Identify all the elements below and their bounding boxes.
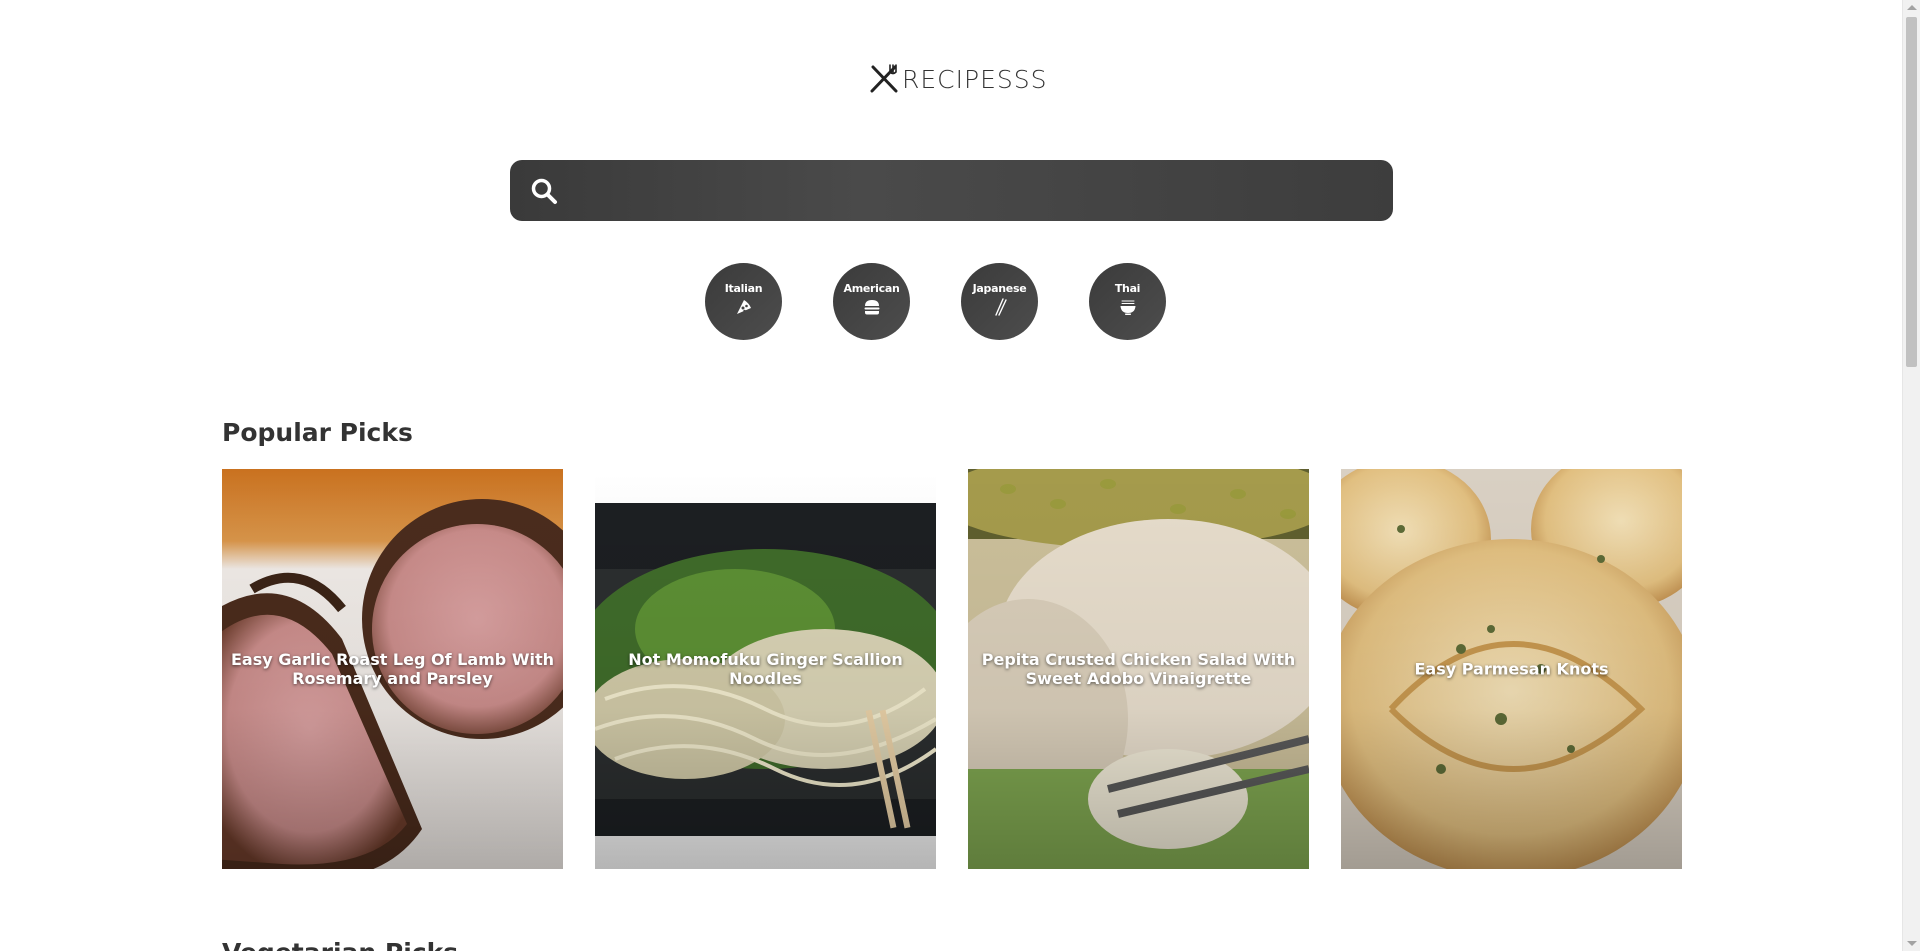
- recipe-card-parmesan-knots[interactable]: Easy Parmesan Knots: [1341, 469, 1682, 869]
- burger-icon: [864, 300, 879, 315]
- cuisine-label: Thai: [1114, 282, 1141, 295]
- recipe-card-noodles[interactable]: Not Momofuku Ginger Scallion Noodles: [595, 469, 936, 869]
- search-bar: [510, 160, 1393, 223]
- cuisine-label: Japanese: [972, 282, 1027, 295]
- logo-text: RECIPESSS: [902, 64, 1048, 94]
- page: RECIPESSS Italian American Japanese Thai…: [0, 0, 1920, 951]
- popular-picks-list: Easy Garlic Roast Leg Of Lamb With Rosem…: [222, 469, 1682, 869]
- noodle-bowl-icon: [1120, 300, 1135, 315]
- recipe-card-lamb[interactable]: Easy Garlic Roast Leg Of Lamb With Rosem…: [222, 469, 563, 869]
- vegetarian-picks-heading: Vegetarian Picks: [222, 938, 458, 951]
- chopsticks-icon: [994, 298, 1007, 316]
- cuisine-japanese-button[interactable]: Japanese: [961, 263, 1038, 340]
- main-content: RECIPESSS Italian American Japanese Thai…: [0, 0, 1902, 951]
- search-icon[interactable]: [530, 177, 558, 205]
- recipe-title: Not Momofuku Ginger Scallion Noodles: [628, 650, 903, 688]
- scroll-down-icon[interactable]: [1907, 941, 1917, 946]
- popular-picks-heading: Popular Picks: [222, 418, 413, 447]
- cuisine-label: American: [843, 282, 900, 295]
- cuisine-american-button[interactable]: American: [833, 263, 910, 340]
- cuisine-label: Italian: [724, 282, 763, 295]
- search-input[interactable]: [580, 160, 1374, 223]
- cuisine-italian-button[interactable]: Italian: [705, 263, 782, 340]
- scroll-thumb[interactable]: [1906, 17, 1917, 367]
- pizza-icon: [736, 300, 751, 314]
- fork-knife-icon: [870, 64, 898, 93]
- site-logo[interactable]: RECIPESSS: [868, 63, 1047, 95]
- cuisine-thai-button[interactable]: Thai: [1089, 263, 1166, 340]
- recipe-title: Pepita Crusted Chicken Salad With Sweet …: [981, 650, 1296, 688]
- recipe-title: Easy Parmesan Knots: [1414, 659, 1609, 679]
- cuisine-nav: Italian American Japanese Thai: [705, 263, 1166, 340]
- recipe-card-chicken-salad[interactable]: Pepita Crusted Chicken Salad With Sweet …: [968, 469, 1309, 869]
- recipe-title: Easy Garlic Roast Leg Of Lamb With Rosem…: [230, 650, 554, 688]
- scroll-up-icon[interactable]: [1907, 5, 1917, 10]
- page-scrollbar[interactable]: [1902, 0, 1920, 951]
